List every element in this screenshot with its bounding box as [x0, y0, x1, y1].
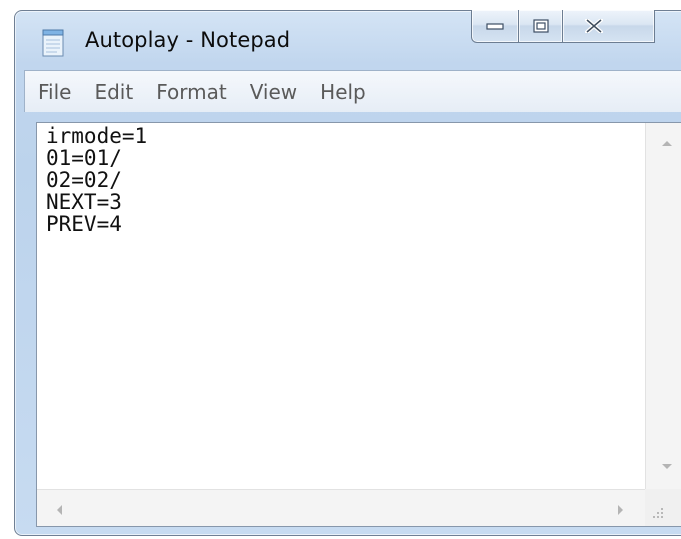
menu-bar: File Edit Format View Help [24, 70, 681, 112]
menu-file[interactable]: File [27, 80, 81, 104]
text-line: PREV=4 [46, 212, 122, 236]
editor-text-area[interactable]: irmode=1 01=01/02=02/NEXT=3 PREV=4 [46, 125, 626, 485]
minimize-button[interactable] [471, 10, 519, 43]
scroll-right-arrow-icon[interactable] [618, 505, 623, 515]
screen: Autoplay - Notepad File Edit Format View… [0, 0, 681, 539]
window-title: Autoplay - Notepad [85, 28, 291, 52]
title-bar[interactable]: Autoplay - Notepad [15, 10, 681, 79]
maximize-button[interactable] [519, 10, 563, 43]
scroll-left-arrow-icon[interactable] [57, 505, 62, 515]
notepad-icon [42, 29, 64, 57]
caption-buttons [471, 10, 655, 44]
text-line: 01=01/ [46, 146, 122, 170]
close-button[interactable] [563, 10, 655, 43]
text-line: 02=02/ [46, 168, 122, 192]
horizontal-scrollbar[interactable] [37, 489, 647, 526]
scrollbar-corner [645, 489, 681, 526]
maximize-icon [532, 19, 549, 33]
scroll-up-arrow-icon[interactable] [662, 141, 672, 146]
minimize-icon [486, 23, 504, 30]
vertical-scrollbar[interactable] [645, 123, 681, 489]
close-icon [584, 19, 603, 33]
scroll-down-arrow-icon[interactable] [662, 464, 672, 469]
text-line: irmode=1 [46, 125, 148, 148]
size-grip-icon[interactable] [651, 506, 665, 520]
menu-format[interactable]: Format [145, 80, 236, 104]
text-line: NEXT=3 [46, 190, 122, 214]
menu-view[interactable]: View [239, 80, 307, 104]
text-editor[interactable]: irmode=1 01=01/02=02/NEXT=3 PREV=4 [36, 122, 681, 527]
menu-help[interactable]: Help [309, 80, 376, 104]
menu-edit[interactable]: Edit [83, 80, 143, 104]
